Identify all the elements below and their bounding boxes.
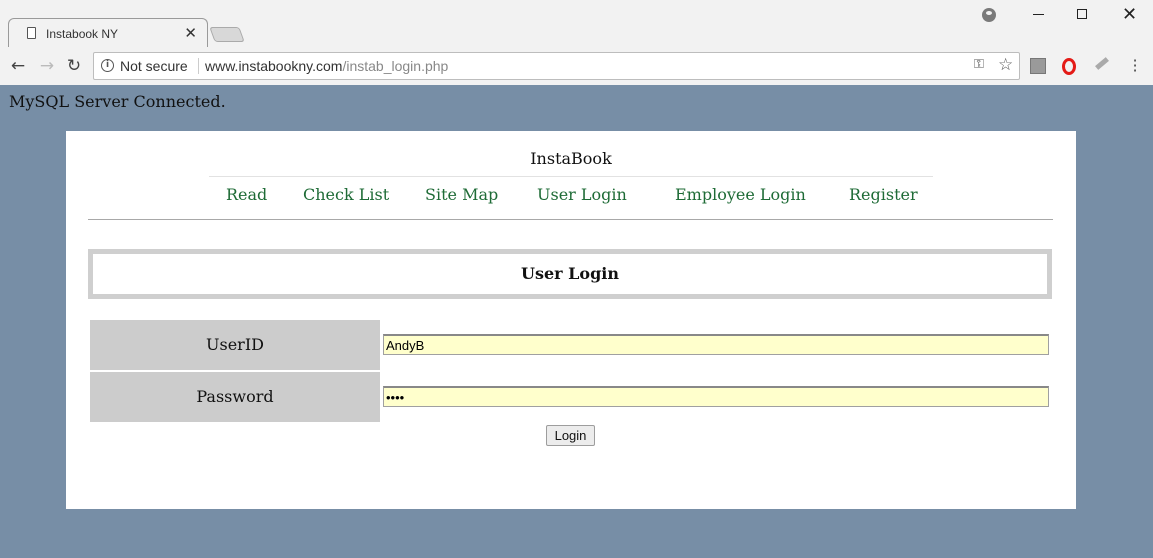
nav-link-check-list[interactable]: Check List bbox=[303, 185, 389, 204]
address-bar[interactable]: i Not secure www.instabookny.com/instab_… bbox=[93, 52, 1020, 80]
tab-close-icon[interactable]: ✕ bbox=[184, 24, 197, 42]
back-arrow-icon[interactable]: ← bbox=[7, 55, 29, 77]
pen-icon[interactable] bbox=[1095, 57, 1109, 70]
db-status-message: MySQL Server Connected. bbox=[9, 92, 226, 111]
password-label: Password bbox=[90, 372, 380, 422]
minimize-icon[interactable] bbox=[1033, 14, 1044, 15]
url-host: www.instabookny.com bbox=[205, 58, 343, 74]
forward-arrow-icon[interactable]: → bbox=[36, 55, 58, 77]
browser-tab[interactable]: Instabook NY ✕ bbox=[8, 18, 208, 48]
nav-link-user-login[interactable]: User Login bbox=[537, 185, 627, 204]
menu-dots-icon[interactable]: · · · bbox=[1127, 53, 1143, 79]
login-button[interactable]: Login bbox=[546, 425, 595, 446]
profile-icon[interactable] bbox=[982, 8, 996, 22]
info-icon[interactable]: i bbox=[101, 59, 114, 72]
extension-icon[interactable] bbox=[1030, 58, 1046, 74]
nav-link-employee-login[interactable]: Employee Login bbox=[675, 185, 806, 204]
nav-link-site-map[interactable]: Site Map bbox=[425, 185, 498, 204]
browser-toolbar: ← → ↻ i Not secure www.instabookny.com/i… bbox=[0, 47, 1153, 85]
tab-title: Instabook NY bbox=[46, 27, 119, 41]
bookmark-star-icon[interactable]: ☆ bbox=[998, 55, 1013, 75]
tab-strip: Instabook NY ✕ ✕ bbox=[0, 0, 1153, 48]
userid-label: UserID bbox=[90, 320, 380, 370]
close-window-icon[interactable]: ✕ bbox=[1122, 4, 1137, 25]
password-input[interactable] bbox=[383, 386, 1049, 407]
nav-divider-top bbox=[209, 176, 933, 177]
login-heading: User Login bbox=[88, 249, 1052, 299]
browser-chrome: Instabook NY ✕ ✕ ← → ↻ i Not secure www.… bbox=[0, 0, 1153, 85]
url-text[interactable]: www.instabookny.com/instab_login.php bbox=[205, 58, 448, 74]
userid-input[interactable] bbox=[383, 334, 1049, 355]
nav-link-read[interactable]: Read bbox=[226, 185, 267, 204]
site-title: InstaBook bbox=[530, 149, 612, 168]
security-label[interactable]: Not secure bbox=[120, 58, 188, 74]
reload-icon[interactable]: ↻ bbox=[63, 55, 85, 77]
opera-icon[interactable] bbox=[1062, 58, 1076, 75]
url-path: /instab_login.php bbox=[342, 58, 449, 74]
omnibox-divider bbox=[198, 58, 199, 74]
nav-link-register[interactable]: Register bbox=[849, 185, 918, 204]
content-panel: InstaBook Read Check List Site Map User … bbox=[66, 131, 1076, 509]
new-tab-button[interactable] bbox=[209, 27, 245, 42]
maximize-icon[interactable] bbox=[1077, 9, 1087, 19]
page-icon bbox=[27, 27, 36, 39]
key-icon[interactable]: ⚿ bbox=[974, 57, 984, 72]
nav-divider-bottom bbox=[88, 219, 1053, 220]
